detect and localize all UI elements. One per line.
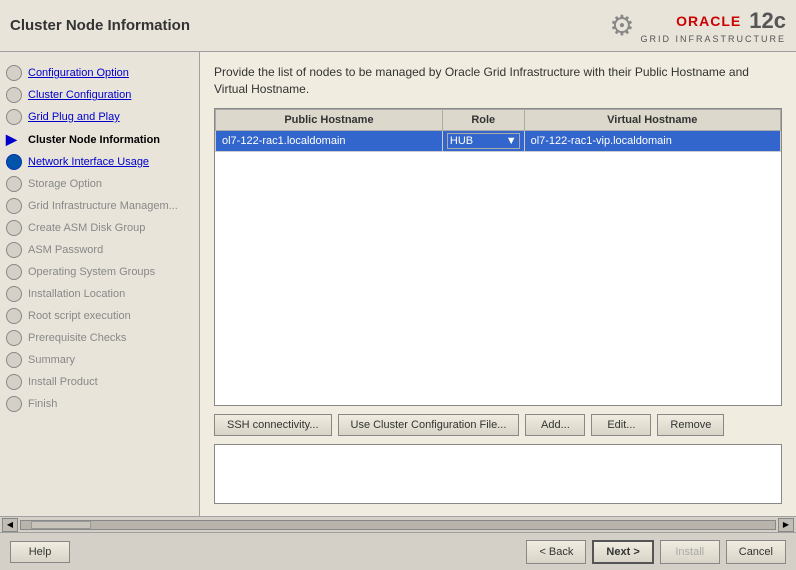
sidebar-item-cluster-node-information: ▶ Cluster Node Information [0,128,199,151]
bullet-configuration-option [6,65,22,81]
cancel-button[interactable]: Cancel [726,540,786,564]
sidebar-label-root-script: Root script execution [28,310,131,322]
oracle-branding: ORACLE 12c GRID INFRASTRUCTURE [641,8,787,44]
nodes-table-container: Public Hostname Role Virtual Hostname ol… [214,108,782,406]
bullet-prerequisite [6,330,22,346]
nodes-table: Public Hostname Role Virtual Hostname ol… [215,109,781,152]
dropdown-arrow-icon: ▼ [506,135,517,147]
scroll-right-button[interactable]: ▶ [778,518,794,532]
virtual-hostname-cell: ol7-122-rac1-vip.localdomain [524,130,780,151]
sidebar-item-network-interface-usage[interactable]: Network Interface Usage [0,151,199,173]
sidebar: Configuration Option Cluster Configurati… [0,52,200,516]
bottom-bar: Help < Back Next > Install Cancel [0,532,796,570]
bullet-install-product [6,374,22,390]
bullet-network-interface-usage [6,154,22,170]
bullet-asm-password [6,242,22,258]
col-virtual-hostname: Virtual Hostname [524,109,780,130]
sidebar-item-create-asm-disk-group: Create ASM Disk Group [0,217,199,239]
bullet-installation-location [6,286,22,302]
sidebar-label-asm-password: ASM Password [28,244,103,256]
panel-description: Provide the list of nodes to be managed … [214,64,782,98]
add-button[interactable]: Add... [525,414,585,436]
scroll-thumb[interactable] [31,521,91,529]
oracle-logo: ⚙ ORACLE 12c GRID INFRASTRUCTURE [609,8,786,44]
bullet-create-asm [6,220,22,236]
sidebar-label-grid-plug-and-play: Grid Plug and Play [28,111,120,123]
role-cell[interactable]: HUB ▼ [442,130,524,151]
bullet-summary [6,352,22,368]
sidebar-item-operating-system-groups: Operating System Groups [0,261,199,283]
public-hostname-cell: ol7-122-rac1.localdomain [216,130,443,151]
sidebar-item-grid-plug-and-play[interactable]: Grid Plug and Play [0,106,199,128]
sidebar-item-asm-password: ASM Password [0,239,199,261]
action-buttons: SSH connectivity... Use Cluster Configur… [214,414,782,436]
sidebar-item-grid-infrastructure-management: Grid Infrastructure Managem... [0,195,199,217]
sidebar-item-root-script-execution: Root script execution [0,305,199,327]
help-button[interactable]: Help [10,541,70,563]
window-title: Cluster Node Information [10,17,190,34]
main-content: Configuration Option Cluster Configurati… [0,52,796,516]
bullet-finish [6,396,22,412]
scroll-track[interactable] [20,520,776,530]
sidebar-item-install-product: Install Product [0,371,199,393]
sidebar-label-configuration-option: Configuration Option [28,67,129,79]
bullet-grid-infrastructure [6,198,22,214]
bullet-cluster-configuration [6,87,22,103]
lower-panel [214,444,782,504]
bullet-grid-plug-and-play [6,109,22,125]
sidebar-item-cluster-configuration[interactable]: Cluster Configuration [0,84,199,106]
sidebar-item-storage-option: Storage Option [0,173,199,195]
install-button[interactable]: Install [660,540,720,564]
table-row[interactable]: ol7-122-rac1.localdomain HUB ▼ ol7-122-rac1… [216,130,781,151]
sidebar-item-summary: Summary [0,349,199,371]
sidebar-label-finish: Finish [28,398,57,410]
oracle-subtitle: GRID INFRASTRUCTURE [641,34,787,44]
bullet-storage-option [6,176,22,192]
sidebar-label-summary: Summary [28,354,75,366]
col-public-hostname: Public Hostname [216,109,443,130]
active-arrow-icon: ▶ [6,131,22,148]
ssh-connectivity-button[interactable]: SSH connectivity... [214,414,332,436]
sidebar-label-cluster-configuration: Cluster Configuration [28,89,131,101]
sidebar-label-prerequisite: Prerequisite Checks [28,332,126,344]
title-bar: Cluster Node Information ⚙ ORACLE 12c GR… [0,0,796,52]
role-value: HUB [450,135,473,147]
bullet-os-groups [6,264,22,280]
sidebar-label-install-product: Install Product [28,376,98,388]
sidebar-label-cluster-node-information: Cluster Node Information [28,134,160,146]
bottom-bar-right: < Back Next > Install Cancel [526,540,786,564]
bottom-bar-left: Help [10,541,70,563]
bullet-root-script [6,308,22,324]
gear-icon: ⚙ [609,9,634,42]
sidebar-item-installation-location: Installation Location [0,283,199,305]
sidebar-label-os-groups: Operating System Groups [28,266,155,278]
role-dropdown[interactable]: HUB ▼ [447,133,520,149]
col-role: Role [442,109,524,130]
sidebar-label-storage-option: Storage Option [28,178,102,190]
sidebar-label-grid-infrastructure: Grid Infrastructure Managem... [28,200,178,212]
sidebar-label-create-asm: Create ASM Disk Group [28,222,145,234]
edit-button[interactable]: Edit... [591,414,651,436]
remove-button[interactable]: Remove [657,414,724,436]
use-cluster-config-button[interactable]: Use Cluster Configuration File... [338,414,520,436]
sidebar-label-network-interface-usage: Network Interface Usage [28,156,149,168]
oracle-version: 12c [749,8,786,34]
sidebar-item-finish: Finish [0,393,199,415]
sidebar-item-prerequisite-checks: Prerequisite Checks [0,327,199,349]
horizontal-scrollbar[interactable]: ◀ ▶ [0,516,796,532]
right-panel: Provide the list of nodes to be managed … [200,52,796,516]
sidebar-item-configuration-option[interactable]: Configuration Option [0,62,199,84]
next-button[interactable]: Next > [592,540,653,564]
oracle-text: ORACLE [676,13,741,29]
sidebar-label-installation-location: Installation Location [28,288,125,300]
back-button[interactable]: < Back [526,540,586,564]
scroll-left-button[interactable]: ◀ [2,518,18,532]
